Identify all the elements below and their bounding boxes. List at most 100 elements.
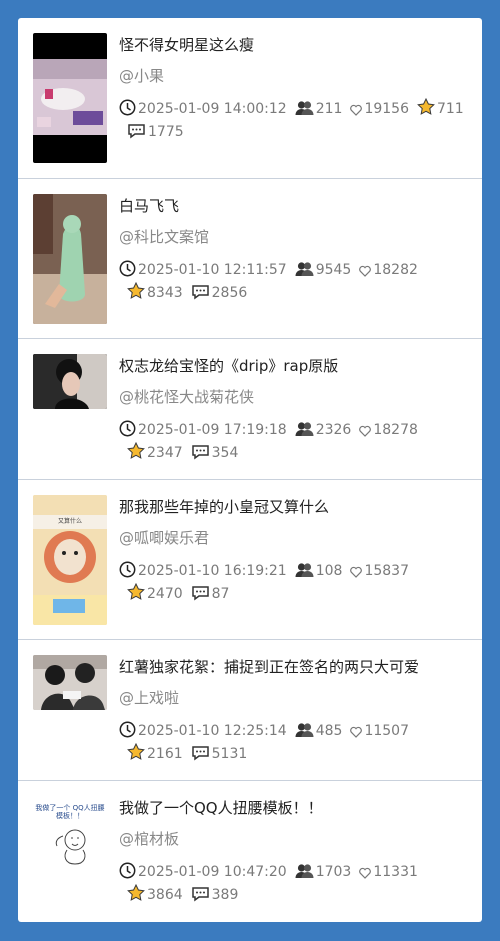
viewers-icon — [295, 723, 314, 737]
stars-text: 8343 — [147, 285, 183, 301]
viewers-count: 211 — [295, 101, 343, 117]
timestamp-text: 2025-01-09 17:19:18 — [138, 422, 287, 438]
heart-icon — [359, 867, 372, 879]
video-title[interactable]: 我做了一个QQ人扭腰模板！！ — [119, 797, 323, 818]
likes-text: 11331 — [373, 864, 418, 880]
author-name[interactable]: @桃花怪大战菊花侠 — [119, 386, 254, 407]
comments-count: 1775 — [127, 124, 184, 140]
list-item[interactable]: 怪不得女明星这么瘦 @小果 2025-01-09 14:00:12 211 1915… — [18, 18, 482, 179]
clock-icon — [119, 420, 136, 437]
clock-icon — [119, 561, 136, 578]
comments-count: 389 — [191, 887, 239, 903]
likes-text: 18282 — [373, 262, 418, 278]
video-thumbnail[interactable]: 又算什么 — [33, 495, 107, 625]
likes-count: 19156 — [350, 101, 409, 117]
timestamp: 2025-01-10 12:25:14 — [119, 721, 287, 739]
timestamp: 2025-01-09 17:19:18 — [119, 420, 287, 438]
likes-count: 15837 — [350, 563, 409, 579]
stars-text: 3864 — [147, 887, 183, 903]
comments-text: 2856 — [211, 285, 248, 301]
stars-count: 2347 — [127, 442, 183, 461]
video-stats: 2025-01-09 10:47:20 1703 11331 3864 389 — [119, 861, 469, 907]
viewers-text: 485 — [315, 723, 343, 739]
heart-icon — [350, 566, 363, 578]
video-thumbnail[interactable] — [33, 354, 107, 409]
author-name[interactable]: @棺材板 — [119, 828, 179, 849]
list-item[interactable]: 我做了一个 QQ人扭腰模板！！ 我做了一个QQ人扭腰模板！！ @棺材板 2025… — [18, 781, 482, 922]
stars-count: 2161 — [127, 743, 183, 762]
comments-text: 354 — [211, 445, 239, 461]
comment-icon — [191, 586, 209, 601]
viewers-text: 211 — [315, 101, 343, 117]
viewers-icon — [295, 422, 314, 436]
timestamp: 2025-01-09 10:47:20 — [119, 862, 287, 880]
list-item[interactable]: 红薯独家花絮：捕捉到正在签名的两只大可爱 @上戏啦 2025-01-10 12:… — [18, 640, 482, 781]
video-stats: 2025-01-10 12:11:57 9545 18282 8343 2856 — [119, 259, 469, 305]
comments-count: 354 — [191, 445, 239, 461]
star-icon — [127, 583, 145, 600]
stars-text: 2470 — [147, 586, 183, 602]
comment-icon — [128, 124, 145, 139]
author-name[interactable]: @小果 — [119, 65, 164, 86]
viewers-text: 2326 — [315, 422, 352, 438]
comments-count: 2856 — [191, 285, 248, 301]
viewers-count: 2326 — [295, 422, 352, 438]
viewers-count: 108 — [295, 563, 343, 579]
video-title[interactable]: 那我那些年掉的小皇冠又算什么 — [119, 496, 329, 517]
author-name[interactable]: @科比文案馆 — [119, 226, 209, 247]
video-stats: 2025-01-10 16:19:21 108 15837 2470 87 — [119, 560, 469, 606]
clock-icon — [119, 99, 136, 116]
viewers-text: 108 — [315, 563, 343, 579]
timestamp: 2025-01-09 14:00:12 — [119, 99, 287, 117]
likes-text: 19156 — [364, 101, 409, 117]
list-item[interactable]: 白马飞飞 @科比文案馆 2025-01-10 12:11:57 9545 18282… — [18, 179, 482, 339]
viewers-icon — [295, 262, 314, 276]
viewers-count: 1703 — [295, 864, 351, 880]
comments-count: 87 — [191, 586, 230, 602]
heart-icon — [350, 726, 363, 738]
heart-icon — [359, 425, 372, 437]
stars-count: 8343 — [127, 282, 183, 301]
heart-icon — [350, 104, 363, 116]
likes-count: 11507 — [350, 723, 409, 739]
video-stats: 2025-01-10 12:25:14 485 11507 2161 5131 — [119, 720, 469, 766]
video-stats: 2025-01-09 14:00:12 211 19156 711 1775 — [119, 98, 469, 144]
likes-text: 15837 — [364, 563, 409, 579]
likes-count: 18278 — [359, 422, 418, 438]
video-title[interactable]: 怪不得女明星这么瘦 — [119, 34, 254, 55]
stars-count: 711 — [417, 98, 464, 117]
likes-text: 18278 — [373, 422, 418, 438]
comments-text: 5131 — [211, 746, 248, 762]
comment-icon — [191, 887, 209, 902]
timestamp-text: 2025-01-10 12:25:14 — [138, 723, 287, 739]
star-icon — [127, 743, 145, 760]
likes-count: 11331 — [359, 864, 418, 880]
heart-icon — [359, 265, 372, 277]
author-name[interactable]: @上戏啦 — [119, 687, 179, 708]
likes-text: 11507 — [364, 723, 409, 739]
timestamp: 2025-01-10 16:19:21 — [119, 561, 287, 579]
comments-text: 1775 — [148, 124, 184, 140]
video-title[interactable]: 白马飞飞 — [119, 195, 179, 216]
list-item[interactable]: 权志龙给宝怪的《drip》rap原版 @桃花怪大战菊花侠 2025-01-09 … — [18, 339, 482, 480]
video-title[interactable]: 红薯独家花絮：捕捉到正在签名的两只大可爱 — [119, 656, 419, 677]
clock-icon — [119, 260, 136, 277]
author-name[interactable]: @呱唧娱乐君 — [119, 527, 209, 548]
viewers-text: 9545 — [315, 262, 352, 278]
comments-text: 389 — [211, 887, 239, 903]
list-item[interactable]: 又算什么 那我那些年掉的小皇冠又算什么 @呱唧娱乐君 2025-01-10 16… — [18, 480, 482, 640]
video-thumbnail[interactable]: 我做了一个 QQ人扭腰模板！！ — [33, 796, 107, 870]
comments-text: 87 — [211, 586, 230, 602]
stars-count: 2470 — [127, 583, 183, 602]
video-thumbnail[interactable] — [33, 655, 107, 710]
stars-count: 3864 — [127, 884, 183, 903]
video-thumbnail[interactable] — [33, 194, 107, 324]
thumbnail-caption: 又算什么 — [57, 518, 82, 525]
video-title[interactable]: 权志龙给宝怪的《drip》rap原版 — [119, 355, 338, 376]
timestamp-text: 2025-01-10 16:19:21 — [138, 563, 287, 579]
stars-text: 2161 — [147, 746, 183, 762]
star-icon — [127, 884, 145, 901]
video-thumbnail[interactable] — [33, 33, 107, 163]
likes-count: 18282 — [359, 262, 418, 278]
viewers-count: 485 — [295, 723, 343, 739]
